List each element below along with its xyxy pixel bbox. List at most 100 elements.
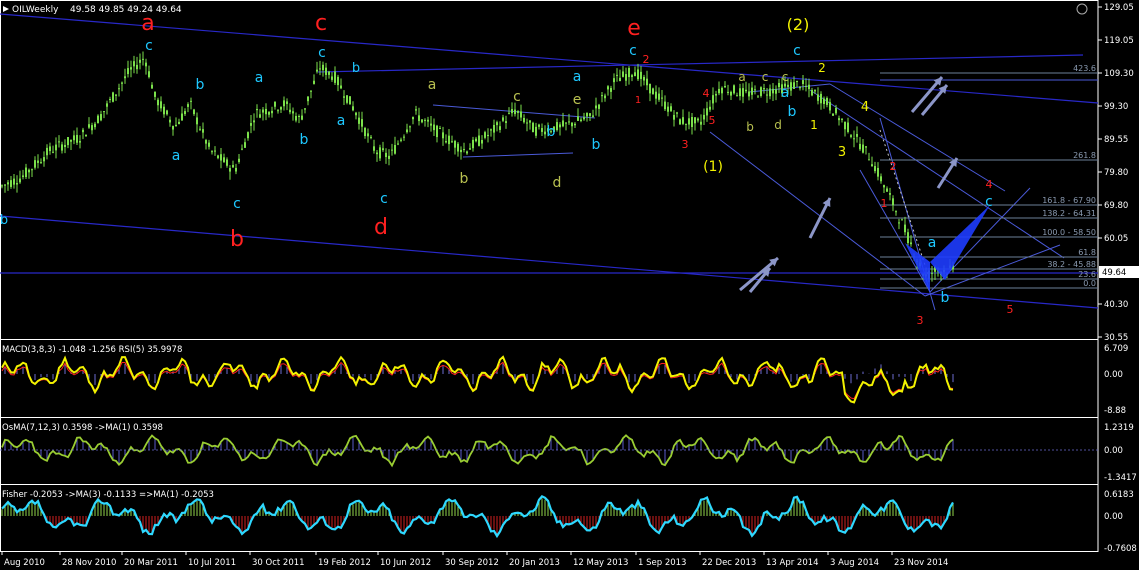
candle-body: [175, 124, 177, 127]
candle-body: [907, 232, 909, 244]
candle-body: [217, 155, 219, 159]
candle-body: [694, 117, 696, 124]
candle-body: [835, 107, 837, 114]
candle-body: [823, 98, 825, 104]
candle-body: [412, 117, 414, 120]
current-price-label: 49.64: [1102, 268, 1126, 278]
candle-body: [229, 168, 231, 172]
candle-body: [151, 84, 153, 89]
candle-body: [655, 91, 657, 99]
candle-body: [592, 115, 594, 117]
candle-body: [421, 119, 423, 123]
candle-body: [865, 146, 867, 148]
wave-label: a: [255, 70, 264, 86]
candle-body: [493, 124, 495, 133]
candle-body: [205, 140, 207, 144]
wave-label: b: [300, 132, 309, 148]
channel-line: [809, 89, 1065, 259]
candle-body: [901, 219, 903, 221]
candle-body: [880, 176, 882, 182]
wave-label: b: [352, 61, 360, 76]
candle-body: [319, 68, 321, 70]
price-axis-label: 89.55: [1104, 135, 1128, 145]
candle-body: [775, 89, 777, 94]
candle-body: [643, 76, 645, 81]
candle-body: [673, 114, 675, 120]
candle-body: [4, 184, 6, 186]
time-axis-label: 20 Jan 2013: [509, 558, 560, 568]
symbol-marker-icon: [3, 6, 9, 12]
candle-body: [640, 71, 642, 79]
candle-body: [817, 94, 819, 101]
price-axis-label: 129.05: [1104, 3, 1134, 13]
wave-label: b: [941, 290, 950, 306]
candle-body: [142, 58, 144, 60]
wave-label: 5: [1007, 303, 1014, 316]
macd-axis-label: -8.88: [1104, 406, 1126, 416]
candle-body: [211, 151, 213, 153]
candle-body: [718, 88, 720, 94]
candle-body: [478, 135, 480, 146]
osma-label: OsMA(7,12,3) 0.3598 ->MA(1) 0.3598: [2, 423, 163, 433]
candle-body: [511, 109, 513, 114]
candle-body: [94, 123, 96, 128]
chart-shift-icon: [1076, 3, 1088, 15]
candle-body: [583, 117, 585, 120]
candle-body: [124, 76, 126, 79]
chart-quote: 49.58 49.85 49.24 49.64: [70, 5, 182, 15]
candle-body: [31, 169, 33, 171]
candle-body: [769, 88, 771, 97]
candle-body: [793, 82, 795, 89]
wave-label: 3: [838, 145, 846, 160]
candle-body: [316, 69, 318, 72]
candle-body: [103, 111, 105, 113]
candle-body: [496, 122, 498, 126]
candle-body: [193, 109, 195, 115]
candle-body: [472, 139, 474, 149]
candle-body: [598, 104, 600, 109]
candle-body: [454, 140, 456, 148]
price-axis-label: 30.55: [1104, 333, 1128, 343]
candle-body: [304, 108, 306, 110]
candle-body: [109, 98, 111, 100]
candle-body: [712, 95, 714, 104]
candle-body: [298, 116, 300, 118]
candle-body: [508, 112, 510, 114]
candle-body: [523, 117, 525, 123]
candle-body: [484, 132, 486, 138]
candle-body: [364, 127, 366, 137]
candle-body: [181, 113, 183, 121]
price-axis-label: 69.80: [1104, 201, 1128, 211]
wave-label: c: [145, 38, 153, 54]
candle-body: [49, 146, 51, 152]
osma-axis-label: 1.2319: [1104, 423, 1134, 433]
candle-body: [310, 90, 312, 92]
wave-label: a: [738, 70, 745, 84]
time-axis-label: 12 May 2013: [573, 558, 628, 568]
candle-body: [661, 97, 663, 99]
candle-body: [208, 142, 210, 147]
candle-body: [340, 85, 342, 89]
candle-body: [682, 117, 684, 124]
candle-body: [289, 109, 291, 113]
candle-body: [22, 175, 24, 177]
candle-body: [100, 114, 102, 121]
candle-body: [76, 134, 78, 143]
candle-body: [271, 110, 273, 114]
wave-label: (2): [787, 15, 810, 34]
candle-body: [745, 89, 747, 92]
candle-body: [73, 135, 75, 141]
candle-body: [232, 165, 234, 168]
candle-body: [250, 123, 252, 126]
candle-body: [709, 106, 711, 110]
candle-body: [628, 68, 630, 78]
candle-body: [313, 80, 315, 84]
wave-label: c: [315, 11, 327, 36]
wave-label: b: [230, 227, 244, 252]
candle-body: [274, 101, 276, 107]
candle-body: [28, 169, 30, 173]
candle-body: [460, 149, 462, 153]
candle-body: [451, 141, 453, 143]
candle-body: [574, 123, 576, 126]
candle-body: [868, 159, 870, 161]
